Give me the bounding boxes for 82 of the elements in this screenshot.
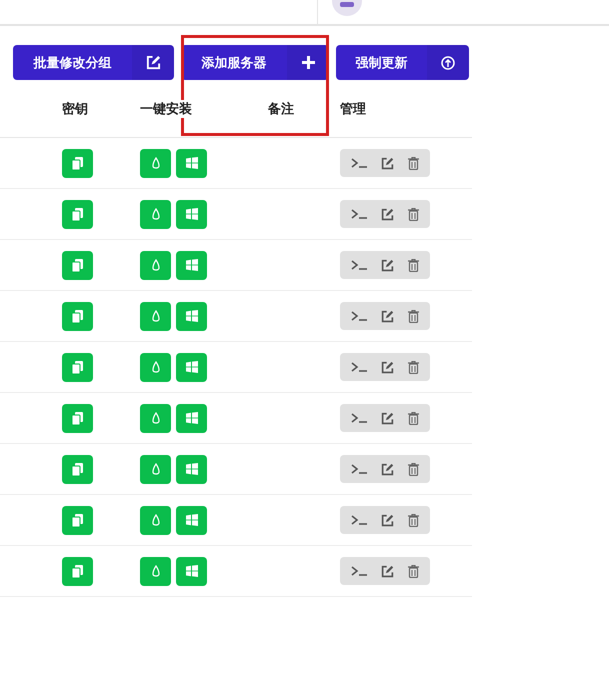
windows-icon — [186, 310, 198, 322]
column-header: 备注 — [268, 100, 294, 118]
copy-icon — [72, 564, 83, 578]
windows-icon — [186, 412, 198, 424]
linux-install-button[interactable] — [140, 404, 171, 432]
delete-icon[interactable] — [408, 208, 419, 220]
linux-install-button[interactable] — [140, 556, 171, 586]
windows-icon — [186, 361, 198, 373]
terminal-icon[interactable] — [351, 413, 367, 423]
edit-icon[interactable] — [381, 462, 394, 476]
delete-icon[interactable] — [408, 310, 419, 322]
windows-install-button[interactable] — [176, 200, 207, 228]
copy-icon — [72, 360, 83, 374]
copy-key-button[interactable] — [62, 148, 93, 178]
windows-icon — [186, 157, 198, 169]
copy-key-button[interactable] — [62, 250, 93, 280]
plus-icon — [302, 56, 314, 69]
copy-key-button[interactable] — [62, 454, 93, 484]
copy-icon — [72, 258, 83, 272]
toolbar-button[interactable]: 强制更新 — [336, 45, 469, 80]
edit-icon[interactable] — [381, 360, 394, 374]
windows-install-button[interactable] — [176, 352, 207, 382]
terminal-icon[interactable] — [351, 209, 367, 219]
edit-icon[interactable] — [381, 564, 394, 578]
edit-icon[interactable] — [381, 156, 394, 170]
copy-key-button[interactable] — [62, 302, 93, 330]
copy-icon — [72, 156, 83, 170]
terminal-icon[interactable] — [351, 566, 367, 576]
upload-icon — [441, 56, 455, 70]
windows-icon — [186, 208, 198, 220]
windows-install-button[interactable] — [176, 506, 207, 534]
copy-key-button[interactable] — [62, 506, 93, 534]
linux-install-button[interactable] — [140, 352, 171, 382]
copy-key-button[interactable] — [62, 556, 93, 586]
terminal-icon[interactable] — [351, 158, 367, 168]
copy-key-button[interactable] — [62, 352, 93, 382]
copy-icon — [72, 462, 83, 476]
delete-icon[interactable] — [408, 258, 419, 272]
windows-install-button[interactable] — [176, 148, 207, 178]
windows-icon — [186, 514, 198, 526]
windows-install-button[interactable] — [176, 302, 207, 330]
windows-install-button[interactable] — [176, 250, 207, 280]
windows-install-button[interactable] — [176, 404, 207, 432]
windows-install-button[interactable] — [176, 556, 207, 586]
windows-icon — [186, 259, 198, 271]
terminal-icon[interactable] — [351, 311, 367, 321]
copy-icon — [72, 412, 83, 424]
edit-icon[interactable] — [381, 310, 394, 322]
toolbar-button[interactable]: 批量修改分组 — [13, 45, 174, 80]
copy-key-button[interactable] — [62, 404, 93, 432]
windows-install-button[interactable] — [176, 454, 207, 484]
copy-icon — [72, 208, 83, 220]
toolbar-button[interactable]: 添加服务器 — [181, 45, 329, 80]
copy-icon — [72, 514, 83, 526]
terminal-icon[interactable] — [351, 362, 367, 372]
terminal-icon[interactable] — [351, 260, 367, 270]
linux-install-button[interactable] — [140, 454, 171, 484]
terminal-icon[interactable] — [351, 464, 367, 474]
terminal-icon[interactable] — [351, 515, 367, 525]
delete-icon[interactable] — [408, 564, 419, 578]
windows-icon — [186, 565, 198, 577]
delete-icon[interactable] — [408, 156, 419, 170]
column-header: 密钥 — [62, 100, 88, 118]
copy-key-button[interactable] — [62, 200, 93, 228]
windows-icon — [186, 463, 198, 475]
copy-icon — [72, 310, 83, 322]
column-header: 管理 — [340, 100, 366, 118]
column-header: 一键安装 — [140, 100, 192, 118]
linux-install-button[interactable] — [140, 250, 171, 280]
linux-install-button[interactable] — [140, 200, 171, 228]
linux-install-button[interactable] — [140, 302, 171, 330]
edit-icon — [146, 55, 160, 70]
linux-install-button[interactable] — [140, 506, 171, 534]
edit-icon[interactable] — [381, 412, 394, 424]
edit-icon[interactable] — [381, 258, 394, 272]
delete-icon[interactable] — [408, 462, 419, 476]
delete-icon[interactable] — [408, 360, 419, 374]
edit-icon[interactable] — [381, 208, 394, 220]
linux-install-button[interactable] — [140, 148, 171, 178]
edit-icon[interactable] — [381, 514, 394, 526]
delete-icon[interactable] — [408, 412, 419, 424]
delete-icon[interactable] — [408, 514, 419, 526]
